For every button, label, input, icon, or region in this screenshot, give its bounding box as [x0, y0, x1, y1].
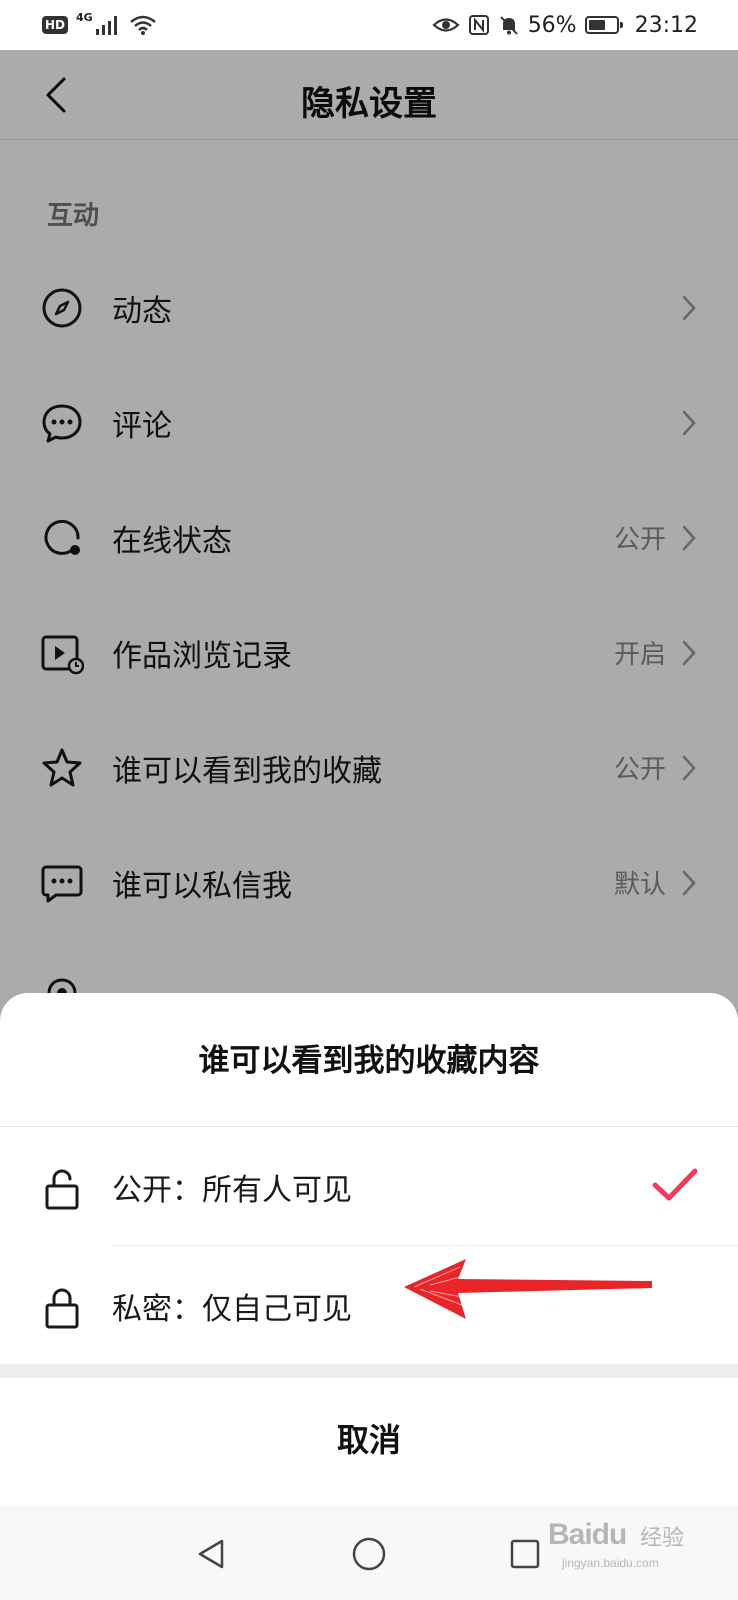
nav-recent-icon: [510, 1539, 540, 1569]
watermark-url: jingyan.baidu.com: [562, 1556, 659, 1570]
sheet-gap: [0, 1364, 738, 1378]
baidu-watermark: Baidu 经验 jingyan.baidu.com: [548, 1512, 698, 1582]
option-label: 公开：所有人可见: [112, 1173, 352, 1208]
status-right: 56% 23:12: [432, 13, 698, 38]
battery-percent: 56%: [527, 12, 577, 38]
option-public[interactable]: 公开：所有人可见: [0, 1127, 738, 1245]
nav-recent-button[interactable]: [500, 1529, 550, 1579]
battery-icon: [584, 16, 623, 34]
annotation-arrow-icon: [404, 1259, 652, 1319]
check-icon: [652, 1168, 698, 1201]
status-bar: HD 4G 56% 23:12: [0, 0, 738, 50]
nav-home-icon: [352, 1537, 386, 1571]
watermark-cn: 经验: [640, 1525, 685, 1550]
nfc-icon: [468, 15, 489, 35]
wifi-icon: [129, 15, 156, 35]
mute-bell-icon: [499, 16, 518, 35]
nav-back-button[interactable]: [186, 1529, 236, 1579]
hd-badge: HD: [42, 16, 69, 34]
nav-home-button[interactable]: [344, 1529, 394, 1579]
nav-back-icon: [198, 1539, 224, 1569]
eye-icon: [432, 18, 460, 32]
status-left: HD 4G: [42, 10, 157, 36]
option-label: 私密：仅自己可见: [112, 1292, 352, 1327]
signal-icon: [95, 16, 117, 35]
clock: 23:12: [634, 12, 698, 38]
sheet-title: 谁可以看到我的收藏内容: [198, 1043, 540, 1079]
network-type: 4G: [76, 10, 93, 24]
watermark-brand: Baidu: [548, 1518, 627, 1551]
unlock-icon: [40, 1167, 84, 1211]
cancel-button[interactable]: 取消: [0, 1378, 738, 1498]
lock-icon: [40, 1286, 84, 1330]
